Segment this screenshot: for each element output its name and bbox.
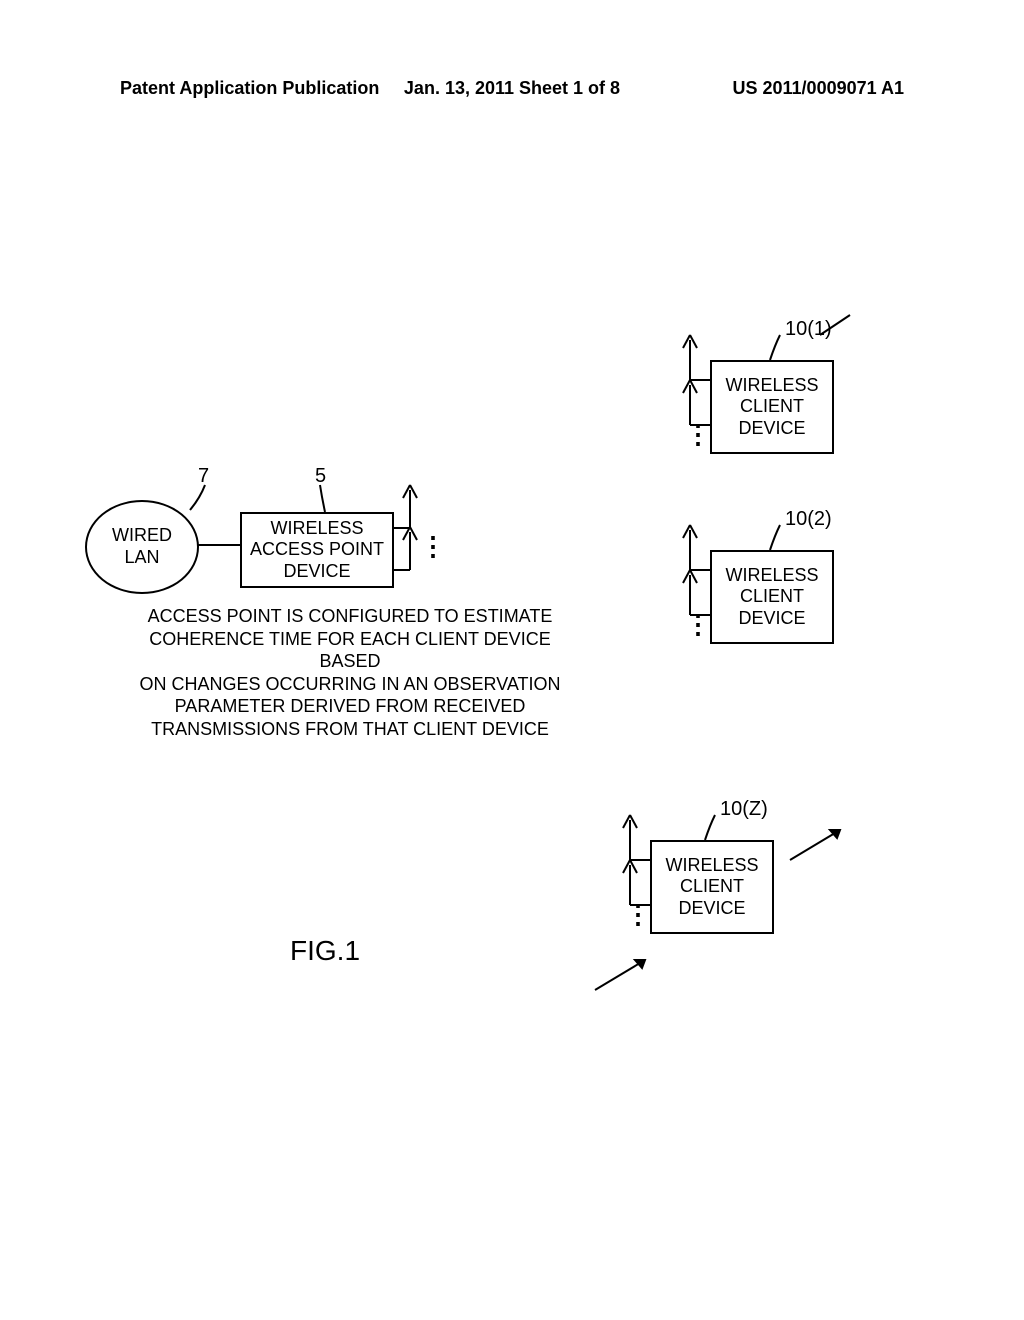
clientz-ref: 10(Z) xyxy=(720,798,768,821)
caption-l5: TRANSMISSIONS FROM THAT CLIENT DEVICE xyxy=(130,718,570,741)
ap-caption: ACCESS POINT IS CONFIGURED TO ESTIMATE C… xyxy=(130,605,570,740)
clientz-l1: WIRELESS xyxy=(665,855,758,877)
header-right: US 2011/0009071 A1 xyxy=(643,78,904,99)
client2-antenna-dots: ⋮ xyxy=(685,620,711,628)
client1-l3: DEVICE xyxy=(738,418,805,440)
client2-l2: CLIENT xyxy=(740,586,804,608)
diagram: WIRED LAN 7 WIRELESS ACCESS POINT DEVICE… xyxy=(90,280,930,1060)
wired-lan-ref: 7 xyxy=(198,465,209,488)
page-header: Patent Application Publication Jan. 13, … xyxy=(0,78,1024,99)
client1-l2: CLIENT xyxy=(740,396,804,418)
figure-label: FIG.1 xyxy=(290,935,360,967)
access-point-node: WIRELESS ACCESS POINT DEVICE xyxy=(240,512,394,588)
client-z-node: WIRELESS CLIENT DEVICE xyxy=(650,840,774,934)
client-1-node: WIRELESS CLIENT DEVICE xyxy=(710,360,834,454)
clientz-antenna-dots: ⋮ xyxy=(625,910,651,918)
ap-label-2: ACCESS POINT xyxy=(250,539,384,561)
header-left: Patent Application Publication xyxy=(120,78,381,99)
caption-l1: ACCESS POINT IS CONFIGURED TO ESTIMATE xyxy=(130,605,570,628)
wired-lan-label-2: LAN xyxy=(124,547,159,569)
caption-l3: ON CHANGES OCCURRING IN AN OBSERVATION xyxy=(130,673,570,696)
wired-lan-label-1: WIRED xyxy=(112,525,172,547)
caption-l2: COHERENCE TIME FOR EACH CLIENT DEVICE BA… xyxy=(130,628,570,673)
ap-ref: 5 xyxy=(315,465,326,488)
client2-l3: DEVICE xyxy=(738,608,805,630)
client1-l1: WIRELESS xyxy=(725,375,818,397)
ap-label-3: DEVICE xyxy=(283,561,350,583)
client-2-node: WIRELESS CLIENT DEVICE xyxy=(710,550,834,644)
header-mid: Jan. 13, 2011 Sheet 1 of 8 xyxy=(381,78,642,99)
caption-l4: PARAMETER DERIVED FROM RECEIVED xyxy=(130,695,570,718)
clientz-l3: DEVICE xyxy=(678,898,745,920)
wired-lan-node: WIRED LAN xyxy=(85,500,199,594)
ap-label-1: WIRELESS xyxy=(270,518,363,540)
client1-antenna-dots: ⋮ xyxy=(685,430,711,438)
clientz-l2: CLIENT xyxy=(680,876,744,898)
client1-ref: 10(1) xyxy=(785,318,832,341)
client2-l1: WIRELESS xyxy=(725,565,818,587)
client2-ref: 10(2) xyxy=(785,508,832,531)
ap-antenna-dots: ⋮ xyxy=(420,542,446,550)
